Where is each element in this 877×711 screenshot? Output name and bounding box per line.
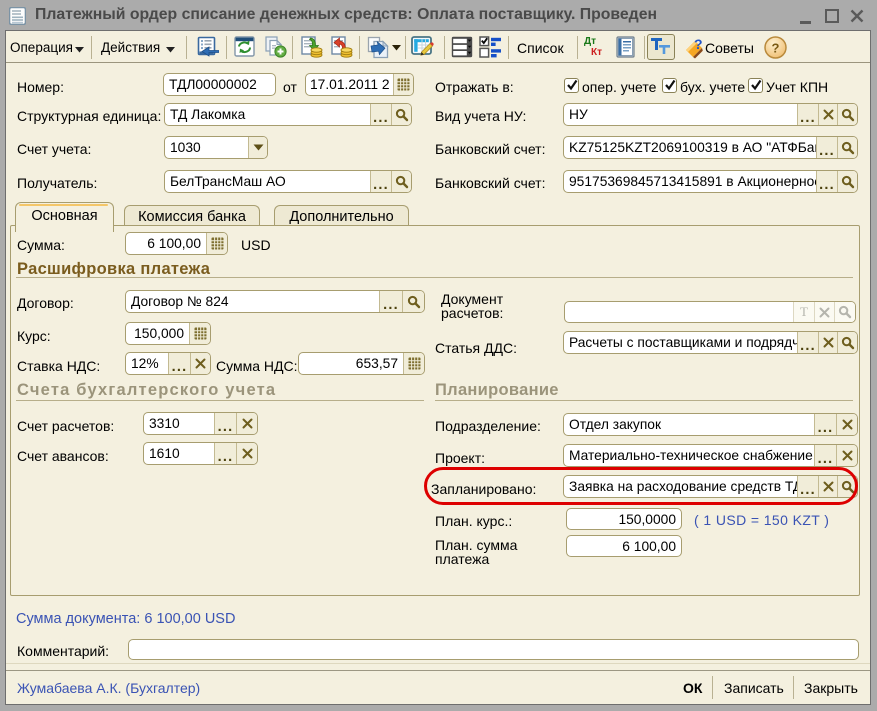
svg-text:?: ?	[772, 41, 780, 56]
svg-text:?: ?	[694, 36, 703, 52]
